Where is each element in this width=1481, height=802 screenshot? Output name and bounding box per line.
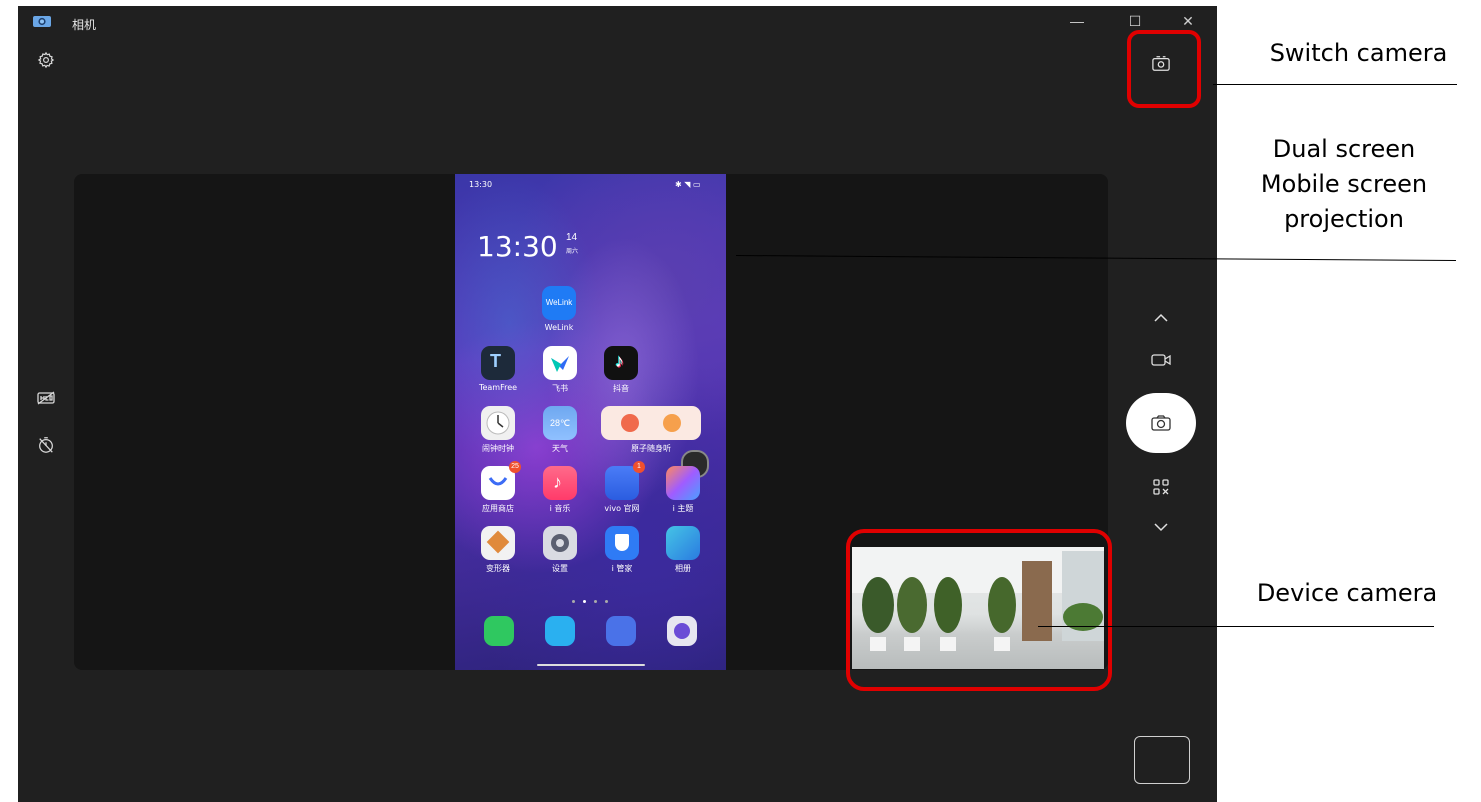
annotation-line-device-camera — [1038, 626, 1434, 627]
teamfree-icon: T — [481, 346, 515, 380]
app-i-manager[interactable]: i 管家 — [592, 526, 652, 574]
vivo-official-icon: 1 — [605, 461, 645, 500]
app-weather[interactable]: 28℃ 天气 — [530, 406, 590, 454]
dock-messages-icon[interactable] — [545, 616, 575, 646]
last-photo-thumbnail[interactable] — [1134, 736, 1190, 784]
phone-settings-icon — [543, 526, 577, 560]
annotation-dual-screen-line3: projection — [1284, 204, 1404, 233]
phone-date-day: 14 — [566, 232, 578, 243]
phone-clock: 13:30 — [477, 230, 558, 263]
app-i-music[interactable]: ♪ i 音乐 — [530, 466, 590, 514]
atom-player-widget — [601, 406, 701, 440]
phone-status-icons: ✱ ◥ ▭ — [675, 180, 701, 189]
annotation-dual-screen-line2: Mobile screen — [1260, 169, 1428, 198]
timer-off-icon[interactable] — [34, 433, 58, 457]
home-indicator — [537, 664, 645, 666]
chevron-down-icon[interactable] — [1149, 515, 1173, 539]
clock-icon — [481, 406, 515, 440]
video-camera-icon[interactable] — [1149, 348, 1173, 372]
gear-icon[interactable] — [34, 48, 58, 72]
app-vivo-official[interactable]: 1 vivo 官网 — [592, 461, 652, 514]
camera-shutter-button[interactable] — [1126, 393, 1196, 453]
vivo-official-badge: 1 — [633, 461, 645, 473]
mobile-screen-projection[interactable]: 13:30 ✱ ◥ ▭ 13:30 14 周六 WeLink WeLink T … — [455, 174, 726, 670]
annotation-switch-camera: Switch camera — [1269, 39, 1448, 67]
transformer-icon — [481, 526, 515, 560]
app-i-theme[interactable]: i 主题 — [653, 466, 713, 514]
hdr-off-icon[interactable] — [34, 386, 58, 410]
dock-browser-icon[interactable] — [606, 616, 636, 646]
app-clock[interactable]: 闹钟时钟 — [468, 406, 528, 454]
app-teamfree[interactable]: T TeamFree — [468, 346, 528, 392]
page-indicator — [568, 590, 614, 603]
annotation-device-camera: Device camera — [1256, 579, 1438, 607]
app-transformer[interactable]: 变形器 — [468, 526, 528, 574]
dock-camera-icon[interactable] — [667, 616, 697, 646]
camera-shutter-icon — [1151, 415, 1171, 431]
feishu-icon — [543, 346, 577, 380]
app-app-store[interactable]: 25 应用商店 — [468, 461, 528, 514]
qr-code-icon[interactable] — [1149, 475, 1173, 499]
app-atom-player[interactable]: 原子随身听 — [601, 406, 701, 454]
dock-phone-icon[interactable] — [484, 616, 514, 646]
weather-icon: 28℃ — [543, 406, 577, 440]
app-gallery[interactable]: 相册 — [653, 526, 713, 574]
annotation-line-switch-camera — [1213, 84, 1457, 85]
annotation-dual-screen: Dual screen Mobile screen projection — [1224, 132, 1464, 236]
app-douyin[interactable]: ♪ 抖音 — [591, 346, 651, 394]
app-welink[interactable]: WeLink WeLink — [529, 286, 589, 332]
i-music-icon: ♪ — [543, 466, 577, 500]
i-manager-icon — [605, 526, 639, 560]
douyin-icon: ♪ — [604, 346, 638, 380]
window-title: 相机 — [72, 18, 97, 32]
annotation-dual-screen-line1: Dual screen — [1272, 135, 1416, 163]
close-button[interactable]: ✕ — [1173, 10, 1203, 32]
camera-app-icon — [32, 14, 52, 33]
welink-icon: WeLink — [542, 286, 576, 320]
app-settings[interactable]: 设置 — [530, 526, 590, 574]
maximize-button[interactable]: ☐ — [1120, 10, 1150, 32]
app-store-badge: 25 — [509, 461, 521, 473]
device-camera-highlight — [846, 529, 1112, 691]
phone-date-week: 周六 — [566, 249, 579, 255]
chevron-up-icon[interactable] — [1149, 306, 1173, 330]
app-feishu[interactable]: 飞书 — [530, 346, 590, 394]
gallery-icon — [666, 526, 700, 560]
switch-camera-highlight — [1127, 30, 1201, 108]
app-store-icon: 25 — [481, 461, 521, 500]
minimize-button[interactable]: — — [1062, 10, 1092, 32]
phone-status-time: 13:30 — [469, 180, 493, 189]
i-theme-icon — [666, 466, 700, 500]
